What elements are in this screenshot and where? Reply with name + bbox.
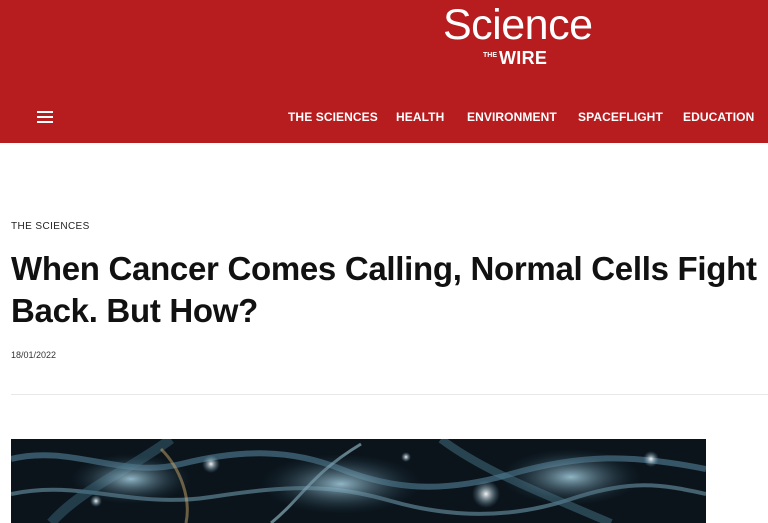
- nav-item-the-sciences[interactable]: THE SCIENCES: [288, 108, 378, 126]
- divider: [11, 394, 768, 395]
- nav-item-environment[interactable]: ENVIRONMENT: [467, 108, 557, 126]
- logo-wire: WIRE: [499, 48, 548, 68]
- microscopy-cells-image: [11, 439, 706, 523]
- hero-image: [11, 439, 706, 523]
- article-title: When Cancer Comes Calling, Normal Cells …: [11, 250, 757, 329]
- logo-the: THE: [483, 52, 497, 59]
- nav-item-health[interactable]: HEALTH: [396, 108, 444, 126]
- site-header: Science THE WIRE THE SCIENCES HEALTH ENVI…: [0, 0, 768, 143]
- nav-item-education[interactable]: EDUCATION: [683, 108, 754, 126]
- logo-science: Science: [443, 1, 593, 49]
- article-date: 18/01/2022: [11, 350, 57, 360]
- article-category[interactable]: THE SCIENCES: [11, 221, 90, 232]
- main-nav: THE SCIENCES HEALTH ENVIRONMENT SPACEFLI…: [0, 108, 768, 128]
- site-logo[interactable]: Science THE WIRE: [443, 1, 598, 69]
- nav-item-spaceflight[interactable]: SPACEFLIGHT: [578, 108, 663, 126]
- logo-the-wire: THE WIRE: [483, 48, 547, 69]
